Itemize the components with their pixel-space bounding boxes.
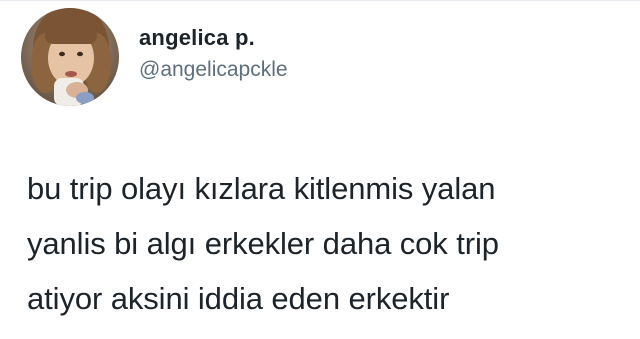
avatar-photo-icon — [21, 8, 119, 106]
tweet-text-line-3: atiyor aksini iddia eden erkektir — [27, 281, 450, 316]
user-handle[interactable]: @angelicapckle — [139, 56, 288, 84]
tweet-text-line-2: yanlis bi algı erkekler daha cok trip — [27, 226, 499, 261]
tweet-header: angelica p. @angelicapckle — [21, 8, 288, 106]
avatar[interactable] — [21, 8, 119, 106]
display-name[interactable]: angelica p. — [139, 24, 288, 52]
tweet-text: bu trip olayı kızlara kitlenmis yalan ya… — [27, 161, 627, 326]
tweet-text-line-1: bu trip olayı kızlara kitlenmis yalan — [27, 171, 496, 206]
tweet-card: angelica p. @angelicapckle bu trip olayı… — [0, 0, 640, 339]
author-names: angelica p. @angelicapckle — [139, 24, 288, 84]
